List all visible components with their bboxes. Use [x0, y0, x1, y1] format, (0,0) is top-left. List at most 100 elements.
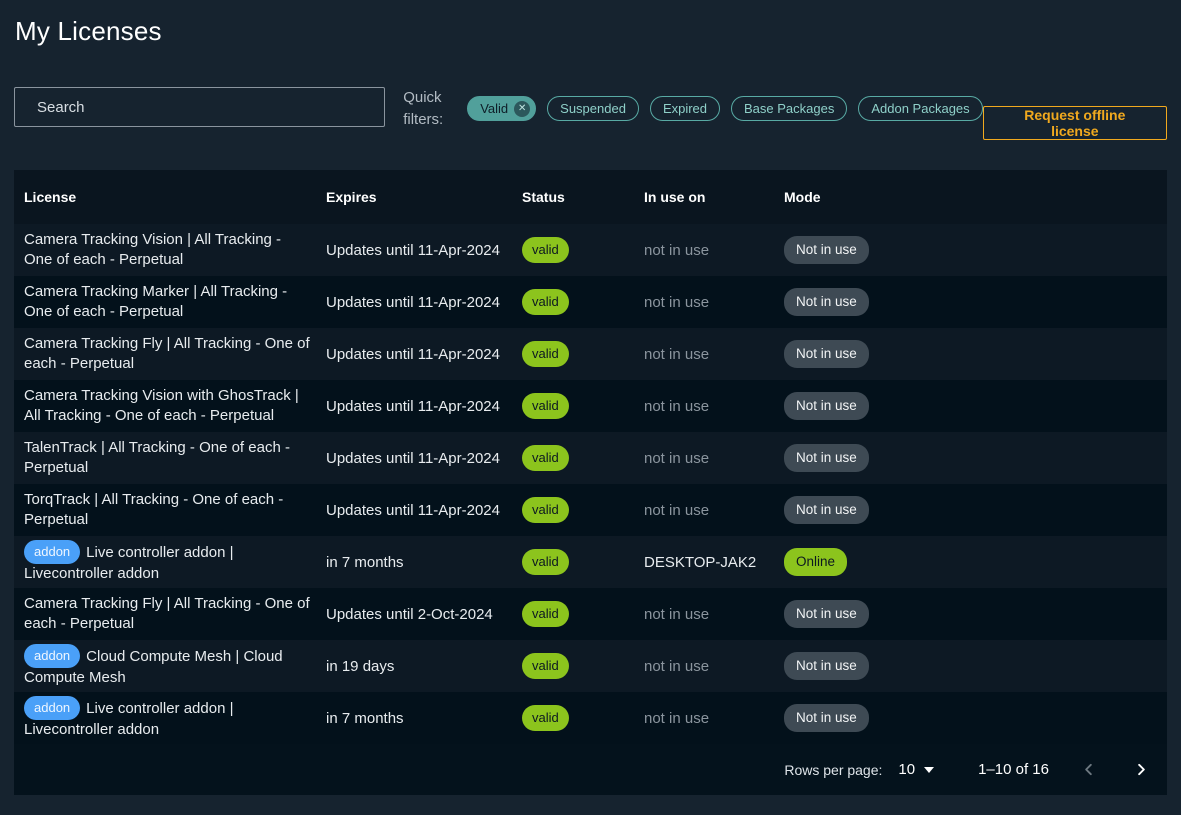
- mode-badge: Not in use: [784, 444, 869, 473]
- status-cell: valid: [522, 237, 644, 263]
- my-licenses-page: My Licenses Quick filters: Valid ✕ Suspe…: [0, 0, 1181, 815]
- status-cell: valid: [522, 497, 644, 523]
- addon-badge: addon: [24, 540, 80, 564]
- in-use-on-cell: not in use: [644, 658, 784, 675]
- expires-cell: Updates until 2-Oct-2024: [326, 606, 522, 623]
- filter-chip-expired[interactable]: Expired: [650, 96, 720, 121]
- status-badge: valid: [522, 237, 569, 263]
- expires-cell: Updates until 11-Apr-2024: [326, 346, 522, 363]
- mode-cell: Not in use: [784, 236, 1167, 265]
- status-cell: valid: [522, 653, 644, 679]
- quick-filter-chips: Valid ✕ Suspended Expired Base Packages …: [467, 96, 982, 121]
- column-header-license: License: [24, 189, 326, 205]
- license-cell: addonLive controller addon | Livecontrol…: [24, 540, 326, 584]
- remove-filter-icon[interactable]: ✕: [514, 101, 530, 117]
- status-cell: valid: [522, 445, 644, 471]
- rows-per-page-value: 10: [898, 761, 915, 778]
- column-header-status: Status: [522, 189, 644, 205]
- quick-filters-label: Quick filters:: [403, 87, 459, 131]
- chevron-down-icon: [924, 767, 934, 773]
- status-badge: valid: [522, 289, 569, 315]
- table-row: addonCloud Compute Mesh | Cloud Compute …: [14, 640, 1167, 692]
- table-row: TalenTrack | All Tracking - One of each …: [14, 432, 1167, 484]
- status-badge: valid: [522, 445, 569, 471]
- in-use-on-cell: not in use: [644, 450, 784, 467]
- license-name: Camera Tracking Marker | All Tracking - …: [24, 283, 287, 320]
- status-badge: valid: [522, 497, 569, 523]
- status-badge: valid: [522, 341, 569, 367]
- previous-page-button[interactable]: [1075, 756, 1102, 783]
- column-header-in-use-on: In use on: [644, 189, 784, 205]
- filter-chip-valid[interactable]: Valid ✕: [467, 96, 536, 121]
- status-cell: valid: [522, 341, 644, 367]
- expires-cell: Updates until 11-Apr-2024: [326, 502, 522, 519]
- expires-cell: Updates until 11-Apr-2024: [326, 398, 522, 415]
- filter-chip-label: Expired: [663, 101, 707, 116]
- mode-badge: Not in use: [784, 600, 869, 629]
- status-cell: valid: [522, 705, 644, 731]
- in-use-on-cell: DESKTOP-JAK2: [644, 554, 784, 571]
- mode-cell: Not in use: [784, 600, 1167, 629]
- status-badge: valid: [522, 549, 569, 575]
- filter-chip-label: Suspended: [560, 101, 626, 116]
- expires-cell: Updates until 11-Apr-2024: [326, 242, 522, 259]
- licenses-table: License Expires Status In use on Mode Ca…: [14, 170, 1167, 795]
- table-footer: Rows per page: 10 1–10 of 16: [14, 744, 1167, 795]
- mode-badge: Online: [784, 548, 847, 577]
- search-input[interactable]: [14, 87, 385, 127]
- expires-cell: in 19 days: [326, 658, 522, 675]
- status-badge: valid: [522, 393, 569, 419]
- license-cell: Camera Tracking Vision with GhosTrack | …: [24, 386, 326, 426]
- expires-cell: in 7 months: [326, 554, 522, 571]
- table-row: addonLive controller addon | Livecontrol…: [14, 692, 1167, 744]
- status-badge: valid: [522, 705, 569, 731]
- license-cell: TalenTrack | All Tracking - One of each …: [24, 438, 326, 478]
- pagination-range: 1–10 of 16: [978, 761, 1049, 778]
- status-badge: valid: [522, 653, 569, 679]
- table-row: Camera Tracking Marker | All Tracking - …: [14, 276, 1167, 328]
- filter-chip-label: Base Packages: [744, 101, 834, 116]
- in-use-on-cell: not in use: [644, 294, 784, 311]
- mode-cell: Not in use: [784, 652, 1167, 681]
- license-cell: addonCloud Compute Mesh | Cloud Compute …: [24, 644, 326, 688]
- table-row: Camera Tracking Vision with GhosTrack | …: [14, 380, 1167, 432]
- mode-cell: Not in use: [784, 444, 1167, 473]
- mode-badge: Not in use: [784, 704, 869, 733]
- mode-cell: Not in use: [784, 340, 1167, 369]
- filter-chip-label: Valid: [480, 101, 508, 116]
- rows-per-page-label: Rows per page:: [784, 762, 882, 778]
- mode-badge: Not in use: [784, 496, 869, 525]
- filter-chip-label: Addon Packages: [871, 101, 969, 116]
- filter-chip-addon-packages[interactable]: Addon Packages: [858, 96, 982, 121]
- license-name: TorqTrack | All Tracking - One of each -…: [24, 491, 283, 528]
- addon-badge: addon: [24, 644, 80, 668]
- mode-badge: Not in use: [784, 652, 869, 681]
- filter-chip-suspended[interactable]: Suspended: [547, 96, 639, 121]
- in-use-on-cell: not in use: [644, 346, 784, 363]
- mode-badge: Not in use: [784, 288, 869, 317]
- in-use-on-cell: not in use: [644, 710, 784, 727]
- license-name: TalenTrack | All Tracking - One of each …: [24, 439, 290, 476]
- rows-per-page-select[interactable]: 10: [896, 757, 936, 782]
- table-row: Camera Tracking Fly | All Tracking - One…: [14, 588, 1167, 640]
- license-cell: Camera Tracking Marker | All Tracking - …: [24, 282, 326, 322]
- expires-cell: in 7 months: [326, 710, 522, 727]
- mode-cell: Not in use: [784, 392, 1167, 421]
- toolbar: Quick filters: Valid ✕ Suspended Expired…: [14, 87, 1167, 140]
- table-row: Camera Tracking Fly | All Tracking - One…: [14, 328, 1167, 380]
- filter-chip-base-packages[interactable]: Base Packages: [731, 96, 847, 121]
- request-offline-license-button[interactable]: Request offline license: [983, 106, 1167, 140]
- mode-cell: Not in use: [784, 704, 1167, 733]
- in-use-on-cell: not in use: [644, 242, 784, 259]
- license-cell: Camera Tracking Vision | All Tracking - …: [24, 230, 326, 270]
- mode-badge: Not in use: [784, 392, 869, 421]
- next-page-button[interactable]: [1128, 756, 1155, 783]
- in-use-on-cell: not in use: [644, 398, 784, 415]
- in-use-on-cell: not in use: [644, 606, 784, 623]
- table-row: TorqTrack | All Tracking - One of each -…: [14, 484, 1167, 536]
- column-header-expires: Expires: [326, 189, 522, 205]
- table-body: Camera Tracking Vision | All Tracking - …: [14, 224, 1167, 744]
- addon-badge: addon: [24, 696, 80, 720]
- license-cell: Camera Tracking Fly | All Tracking - One…: [24, 334, 326, 374]
- mode-badge: Not in use: [784, 340, 869, 369]
